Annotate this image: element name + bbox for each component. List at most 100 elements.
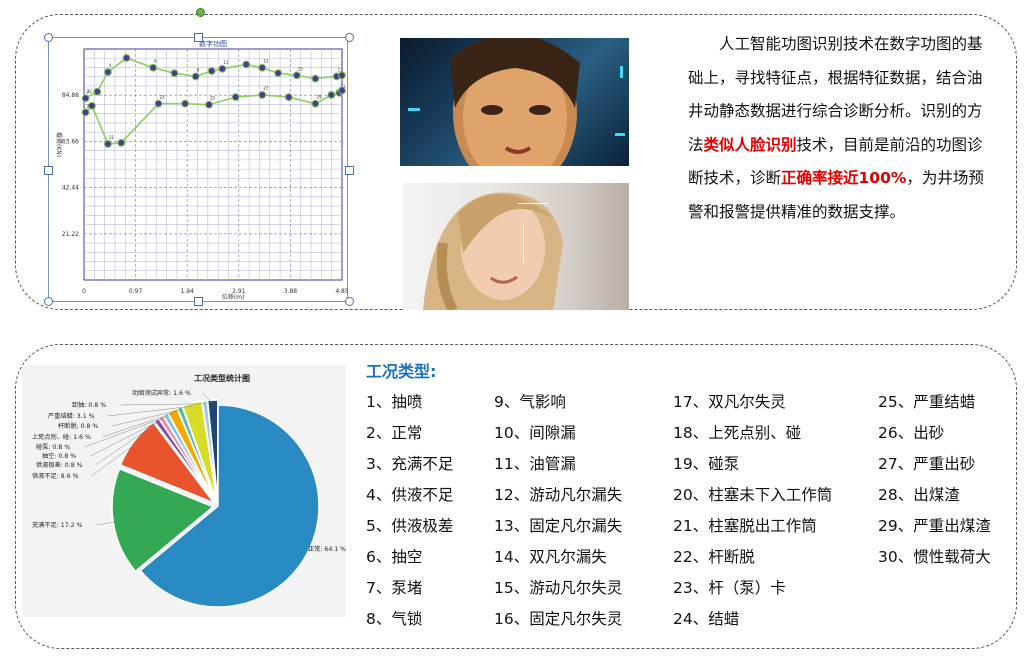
pie-label: 上死点别、碰: 1.6 %: [32, 433, 91, 441]
curve-point: [207, 67, 216, 75]
condition-item: 16、固定凡尔失灵: [494, 610, 623, 628]
condition-item: 14、双凡尔漏失: [494, 548, 607, 566]
condition-item: 17、双凡尔失灵: [673, 393, 786, 411]
resize-handle-tl[interactable]: [44, 33, 53, 42]
condition-item: 28、出煤渣: [878, 486, 960, 504]
resize-handle-left[interactable]: [44, 166, 53, 175]
curve-point: [218, 64, 227, 73]
resize-handle-bl[interactable]: [44, 297, 53, 306]
curve-point: [170, 69, 179, 78]
description-text: 人工智能功图识别技术在数字功图的基础上，寻找特征点，根据特征数据，结合油井动静态…: [688, 28, 996, 230]
dyn-x-tick: 0: [82, 288, 86, 295]
pie-label: 供液不足: 8.6 %: [32, 472, 79, 480]
dyn-y-tick: 63.66: [62, 138, 79, 145]
conditions-title: 工况类型:: [366, 362, 437, 381]
curve-point-label: 15: [298, 66, 304, 71]
condition-item: 26、出砂: [878, 424, 945, 442]
curve-point-label: 23: [159, 95, 165, 100]
woman-face-scan-photo: [403, 183, 629, 310]
curve-point-label: 11: [223, 60, 229, 65]
dyn-x-tick: 3.88: [284, 288, 298, 295]
curve-point-label: 9: [197, 67, 200, 72]
curve-point: [258, 90, 267, 99]
pie-label: 正常: 64.1 %: [308, 545, 346, 553]
pie-label: 充满不足: 17.2 %: [32, 521, 83, 529]
condition-item: 15、游动凡尔失灵: [494, 579, 623, 597]
curve-point: [103, 139, 112, 148]
curve-point-label: 25: [210, 96, 216, 101]
pie-label: 供液极差: 0.8 %: [36, 461, 83, 469]
curve-point: [117, 138, 126, 147]
condition-item: 6、抽空: [366, 548, 423, 566]
rotate-handle[interactable]: [196, 8, 205, 17]
curve-point: [103, 68, 112, 77]
curve-point: [191, 72, 200, 81]
dynamometer-chart: 数字功图载荷(KN)位移(m)84.8863.6642.4421.220 0.97…: [48, 37, 348, 302]
condition-item: 13、固定凡尔漏失: [494, 517, 623, 535]
curve-point: [181, 99, 190, 108]
pie-title: 工况类型统计图: [194, 373, 250, 383]
condition-item: 9、气影响: [494, 393, 566, 411]
resize-handle-top[interactable]: [194, 33, 203, 42]
condition-item: 21、柱塞脱出工作筒: [673, 517, 817, 535]
curve-point-label: 4: [109, 63, 112, 68]
pie-label: 严重结蜡: 3.1 %: [48, 412, 95, 420]
condition-item: 2、正常: [366, 424, 423, 442]
curve-point-label: 21: [109, 135, 115, 140]
resize-handle-bottom[interactable]: [194, 297, 203, 306]
condition-item: 19、碰泵: [673, 455, 740, 473]
curve-point: [231, 93, 240, 102]
dynamometer-card[interactable]: 数字功图 载荷(KN) 位移(m) 84.88 63.66 42.44 21.22 0 0.97…: [48, 37, 348, 302]
pie-chart-box: 工况类型统计图 正常: 64.1 % 充满不足: 17.2 % 供液不足: 8.6 …: [22, 365, 346, 617]
pie-label: 卸抽: 0.8 %: [72, 401, 106, 409]
resize-handle-tr[interactable]: [345, 33, 354, 42]
dyn-x-tick: 0.97: [129, 288, 143, 295]
curve-point: [81, 94, 90, 103]
pie-label: 功图测试异常: 1.6 %: [132, 389, 191, 397]
curve-point: [338, 71, 346, 80]
curve-point: [274, 69, 283, 78]
face-recognition-photo: [400, 38, 629, 166]
curve-point-label: 31: [340, 84, 346, 89]
condition-item: 10、间隙漏: [494, 424, 576, 442]
resize-handle-right[interactable]: [345, 166, 354, 175]
curve-point: [327, 90, 336, 99]
condition-item: 29、严重出煤渣: [878, 517, 991, 535]
curve-point-label: 17: [338, 67, 344, 72]
desc-highlight-face: 类似人脸识别: [703, 135, 797, 154]
pie-label: 杆断脱: 0.8 %: [58, 422, 98, 430]
curve-point-label: 13: [263, 59, 269, 64]
curve-point: [311, 74, 320, 83]
resize-handle-br[interactable]: [345, 297, 354, 306]
curve-point: [149, 63, 158, 72]
pie-label: 碰泵: 0.8 %: [36, 443, 70, 451]
dyn-x-tick: 2.91: [232, 288, 246, 295]
condition-item: 24、结蜡: [673, 610, 740, 628]
curve-point-label: 20: [87, 103, 93, 108]
condition-item: 12、游动凡尔漏失: [494, 486, 623, 504]
dyn-y-tick: 42.44: [62, 185, 79, 192]
curve-point: [122, 53, 131, 62]
condition-item: 7、泵堵: [366, 579, 423, 597]
condition-item: 18、上死点别、碰: [673, 424, 802, 442]
condition-item: 22、杆断脱: [673, 548, 755, 566]
curve-point-label: 27: [263, 86, 269, 91]
curve-point: [258, 63, 267, 72]
condition-item: 3、充满不足: [366, 455, 454, 473]
dyn-y-tick: 84.88: [62, 92, 79, 99]
condition-item: 27、严重出砂: [878, 455, 976, 473]
curve-point-label: 33: [87, 89, 93, 94]
curve-point: [292, 71, 301, 80]
curve-point: [93, 87, 102, 96]
curve-point: [242, 60, 251, 69]
dyn-x-tick: 4.85: [335, 288, 348, 295]
condition-item: 20、柱塞未下入工作筒: [673, 486, 833, 504]
dyn-title: 数字功图: [199, 39, 227, 48]
condition-item: 23、杆（泵）卡: [673, 579, 786, 597]
condition-item: 8、气锁: [366, 610, 423, 628]
pie-chart: 工况类型统计图 正常: 64.1 % 充满不足: 17.2 % 供液不足: 8.6 …: [32, 373, 346, 608]
curve-point-label: 29: [316, 95, 322, 100]
curve-point: [311, 99, 320, 108]
pie-label: 抽空: 0.8 %: [42, 452, 76, 460]
condition-item: 25、严重结蜡: [878, 393, 976, 411]
